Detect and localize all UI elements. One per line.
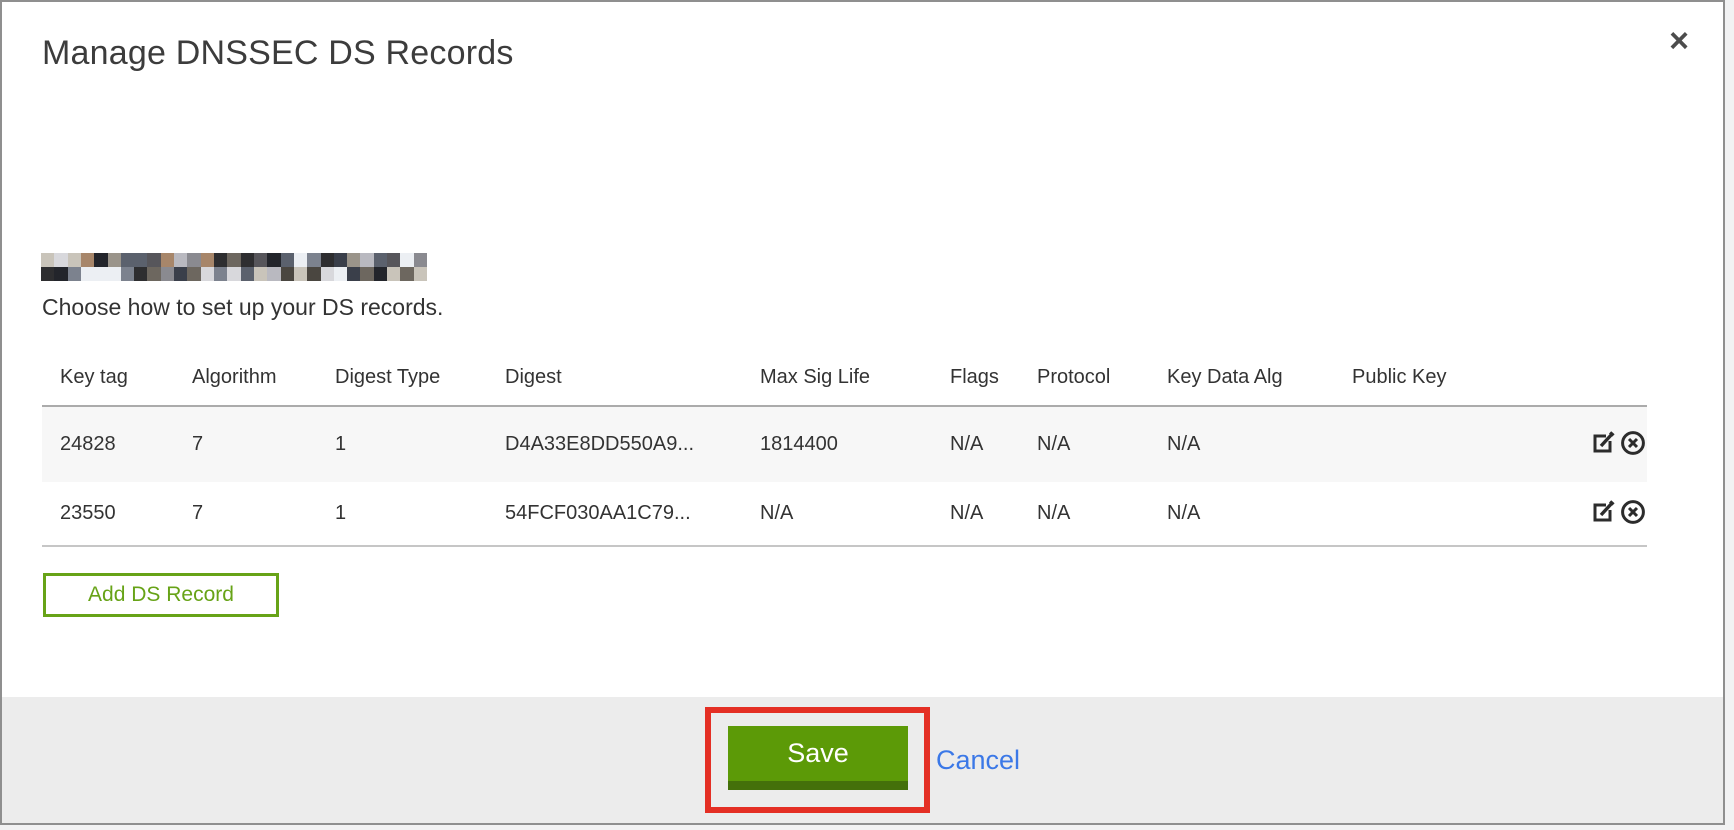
close-icon[interactable]: ×: [1669, 24, 1689, 58]
table-header-row: Key tag Algorithm Digest Type Digest Max…: [42, 360, 1647, 406]
cell-algorithm: 7: [174, 482, 317, 546]
cell-key-tag: 23550: [42, 482, 174, 546]
instruction-text: Choose how to set up your DS records.: [42, 294, 443, 321]
cell-max-sig-life: 1814400: [742, 406, 932, 482]
cell-actions: [1494, 482, 1647, 546]
manage-dnssec-modal: Manage DNSSEC DS Records × Choose how to…: [0, 0, 1725, 825]
annotation-red-box: Save: [705, 707, 930, 813]
delete-record-icon[interactable]: [1619, 428, 1647, 456]
cell-digest-type: 1: [317, 406, 487, 482]
table-row: 24828 7 1 D4A33E8DD550A9... 1814400 N/A …: [42, 406, 1647, 482]
cell-flags: N/A: [932, 482, 1019, 546]
cell-flags: N/A: [932, 406, 1019, 482]
cell-protocol: N/A: [1019, 406, 1149, 482]
cell-key-tag: 24828: [42, 406, 174, 482]
cell-algorithm: 7: [174, 406, 317, 482]
col-key-tag: Key tag: [42, 360, 174, 406]
table-row: 23550 7 1 54FCF030AA1C79... N/A N/A N/A …: [42, 482, 1647, 546]
col-protocol: Protocol: [1019, 360, 1149, 406]
page-title: Manage DNSSEC DS Records: [42, 34, 514, 73]
edit-record-icon[interactable]: [1589, 497, 1617, 525]
cell-key-data-alg: N/A: [1149, 482, 1334, 546]
cell-actions: [1494, 406, 1647, 482]
col-max-sig-life: Max Sig Life: [742, 360, 932, 406]
cancel-link[interactable]: Cancel: [936, 745, 1020, 776]
save-button[interactable]: Save: [728, 726, 908, 790]
delete-record-icon[interactable]: [1619, 497, 1647, 525]
cell-digest-type: 1: [317, 482, 487, 546]
col-digest: Digest: [487, 360, 742, 406]
cell-max-sig-life: N/A: [742, 482, 932, 546]
redacted-domain-name: [41, 253, 427, 281]
add-ds-record-button[interactable]: Add DS Record: [43, 573, 279, 617]
col-actions: [1494, 360, 1647, 406]
cell-public-key: [1334, 482, 1494, 546]
cell-protocol: N/A: [1019, 482, 1149, 546]
col-flags: Flags: [932, 360, 1019, 406]
edit-record-icon[interactable]: [1589, 428, 1617, 456]
col-algorithm: Algorithm: [174, 360, 317, 406]
modal-footer: Save Cancel: [2, 697, 1723, 823]
cell-digest: D4A33E8DD550A9...: [487, 406, 742, 482]
col-key-data-alg: Key Data Alg: [1149, 360, 1334, 406]
cell-key-data-alg: N/A: [1149, 406, 1334, 482]
cell-public-key: [1334, 406, 1494, 482]
cell-digest: 54FCF030AA1C79...: [487, 482, 742, 546]
col-digest-type: Digest Type: [317, 360, 487, 406]
ds-records-table: Key tag Algorithm Digest Type Digest Max…: [42, 360, 1647, 547]
col-public-key: Public Key: [1334, 360, 1494, 406]
